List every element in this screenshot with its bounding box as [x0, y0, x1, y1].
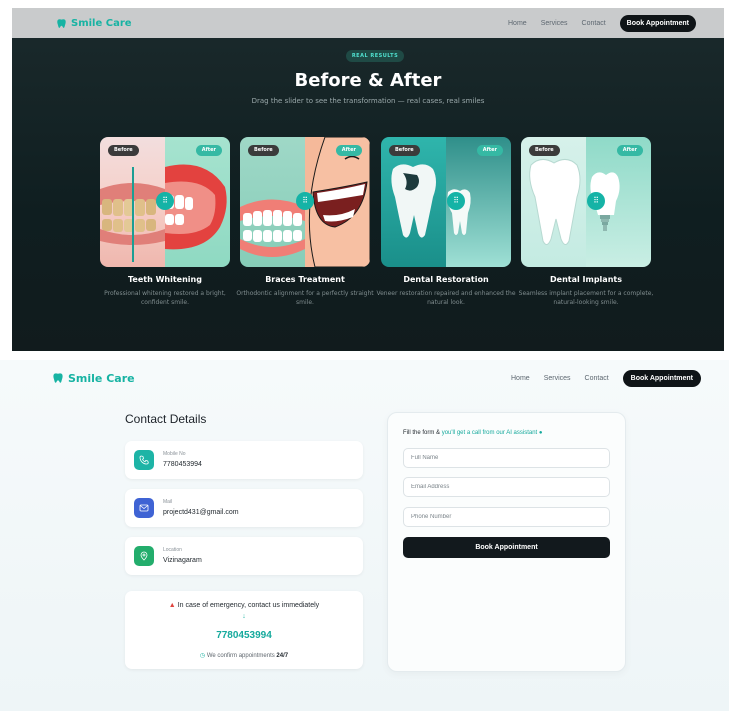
comparison-slider-braces[interactable]: Before After ⠿ — [240, 137, 370, 267]
book-appointment-button[interactable]: Book Appointment — [622, 369, 701, 387]
confirm-hours: 24/7 — [276, 653, 289, 659]
logo[interactable]: Smile Care — [52, 372, 135, 385]
after-image — [165, 137, 230, 267]
after-label: After — [616, 145, 643, 156]
slider-handle-icon[interactable]: ⠿ — [156, 192, 174, 210]
damaged-tooth-illustration — [391, 164, 436, 238]
siren-icon: ▲ — [168, 602, 176, 609]
section-subtitle: Drag the slider to see the transformatio… — [251, 97, 485, 105]
card-description: Veneer restoration repaired and enhanced… — [376, 290, 516, 306]
submit-appointment-button[interactable]: Book Appointment — [403, 537, 610, 558]
teeth-after-illustration — [165, 164, 227, 250]
logo-text: Smile Care — [68, 371, 135, 385]
comparison-slider-restoration[interactable]: Before After ⠿ — [381, 137, 511, 267]
section-title: Before & After — [294, 70, 442, 91]
contact-value: 7780453994 — [163, 461, 202, 468]
appointment-form: Fill the form & you'll get a call from o… — [387, 412, 626, 672]
tooth-icon — [53, 373, 63, 383]
contact-card-mail[interactable]: Mail projectd431@gmail.com — [125, 489, 363, 527]
nav-link-services[interactable]: Services — [541, 20, 568, 27]
before-label: Before — [389, 145, 420, 156]
contact-heading: Contact Details — [125, 412, 207, 426]
contact-value: projectd431@gmail.com — [163, 509, 239, 516]
book-appointment-button[interactable]: Book Appointment — [619, 14, 696, 32]
card-title: Dental Implants — [550, 275, 622, 284]
email-input[interactable] — [403, 477, 610, 497]
full-name-input[interactable] — [403, 448, 610, 468]
nav-link-home[interactable]: Home — [508, 20, 527, 27]
slider-handle-icon[interactable]: ⠿ — [447, 192, 465, 210]
before-label: Before — [108, 145, 139, 156]
form-title: Fill the form & you'll get a call from o… — [403, 430, 543, 436]
contact-card-location[interactable]: Location Vizinagaram — [125, 537, 363, 575]
after-label: After — [335, 145, 362, 156]
before-label: Before — [248, 145, 279, 156]
nav-link-home[interactable]: Home — [511, 375, 530, 382]
ai-assistant-icon: ● — [538, 430, 543, 436]
before-image — [381, 137, 446, 267]
contact-card-mobile[interactable]: Mobile No 7780453994 — [125, 441, 363, 479]
form-title-highlight: you'll get a call from our AI assistant — [441, 430, 538, 436]
location-icon — [134, 546, 154, 566]
comparison-slider-whitening[interactable]: Before After ⠿ — [100, 137, 230, 267]
after-label: After — [195, 145, 222, 156]
nav-link-services[interactable]: Services — [544, 375, 571, 382]
logo-text: Smile Care — [71, 17, 132, 29]
before-after-section: Smile Care Home Services Contact Book Ap… — [12, 8, 724, 351]
card-description: Professional whitening restored a bright… — [104, 290, 226, 306]
confirm-text: We confirm appointments — [206, 653, 275, 659]
card-title: Teeth Whitening — [128, 275, 202, 284]
contact-label: Location — [163, 547, 182, 553]
before-label: Before — [529, 145, 560, 156]
emergency-phone[interactable]: 7780453994 — [125, 630, 363, 641]
card-title: Dental Restoration — [403, 275, 489, 284]
form-title-prefix: Fill the form & — [403, 430, 442, 436]
card-description: Orthodontic alignment for a perfectly st… — [236, 290, 374, 306]
emergency-text-row: ▲ In case of emergency, contact us immed… — [125, 602, 363, 609]
phone-icon — [134, 450, 154, 470]
emergency-text: In case of emergency, contact us immedia… — [177, 602, 320, 609]
smiling-face-illustration — [308, 137, 370, 267]
emergency-card: ▲ In case of emergency, contact us immed… — [125, 591, 363, 669]
real-results-badge: REAL RESULTS — [346, 50, 404, 62]
nav-links: Home Services Contact Book Appointment — [508, 14, 696, 32]
tooth-icon — [57, 18, 66, 28]
nav-link-contact[interactable]: Contact — [582, 20, 606, 27]
navbar: Smile Care Home Services Contact Book Ap… — [0, 360, 729, 396]
before-image — [521, 137, 586, 267]
logo[interactable]: Smile Care — [56, 18, 132, 29]
after-label: After — [476, 145, 503, 156]
clock-icon: ◷ — [199, 653, 206, 659]
contact-value: Vizinagaram — [163, 557, 202, 564]
navbar: Smile Care Home Services Contact Book Ap… — [12, 8, 724, 38]
after-image — [305, 137, 370, 267]
slider-handle-icon[interactable]: ⠿ — [296, 192, 314, 210]
nav-links: Home Services Contact Book Appointment — [511, 369, 701, 387]
arrow-down-icon: ↓ — [242, 613, 246, 620]
slider-handle-icon[interactable]: ⠿ — [587, 192, 605, 210]
card-title: Braces Treatment — [265, 275, 345, 284]
contact-section: Smile Care Home Services Contact Book Ap… — [0, 360, 729, 711]
nav-link-contact[interactable]: Contact — [585, 375, 609, 382]
card-description: Seamless implant placement for a complet… — [518, 290, 654, 306]
contact-label: Mobile No — [163, 451, 186, 457]
comparison-slider-implants[interactable]: Before After ⠿ — [521, 137, 651, 267]
contact-label: Mail — [163, 499, 173, 505]
tooth-before-illustration — [529, 159, 581, 245]
mail-icon — [134, 498, 154, 518]
confirm-row: ◷ We confirm appointments 24/7 — [125, 652, 363, 659]
phone-input[interactable] — [403, 507, 610, 527]
